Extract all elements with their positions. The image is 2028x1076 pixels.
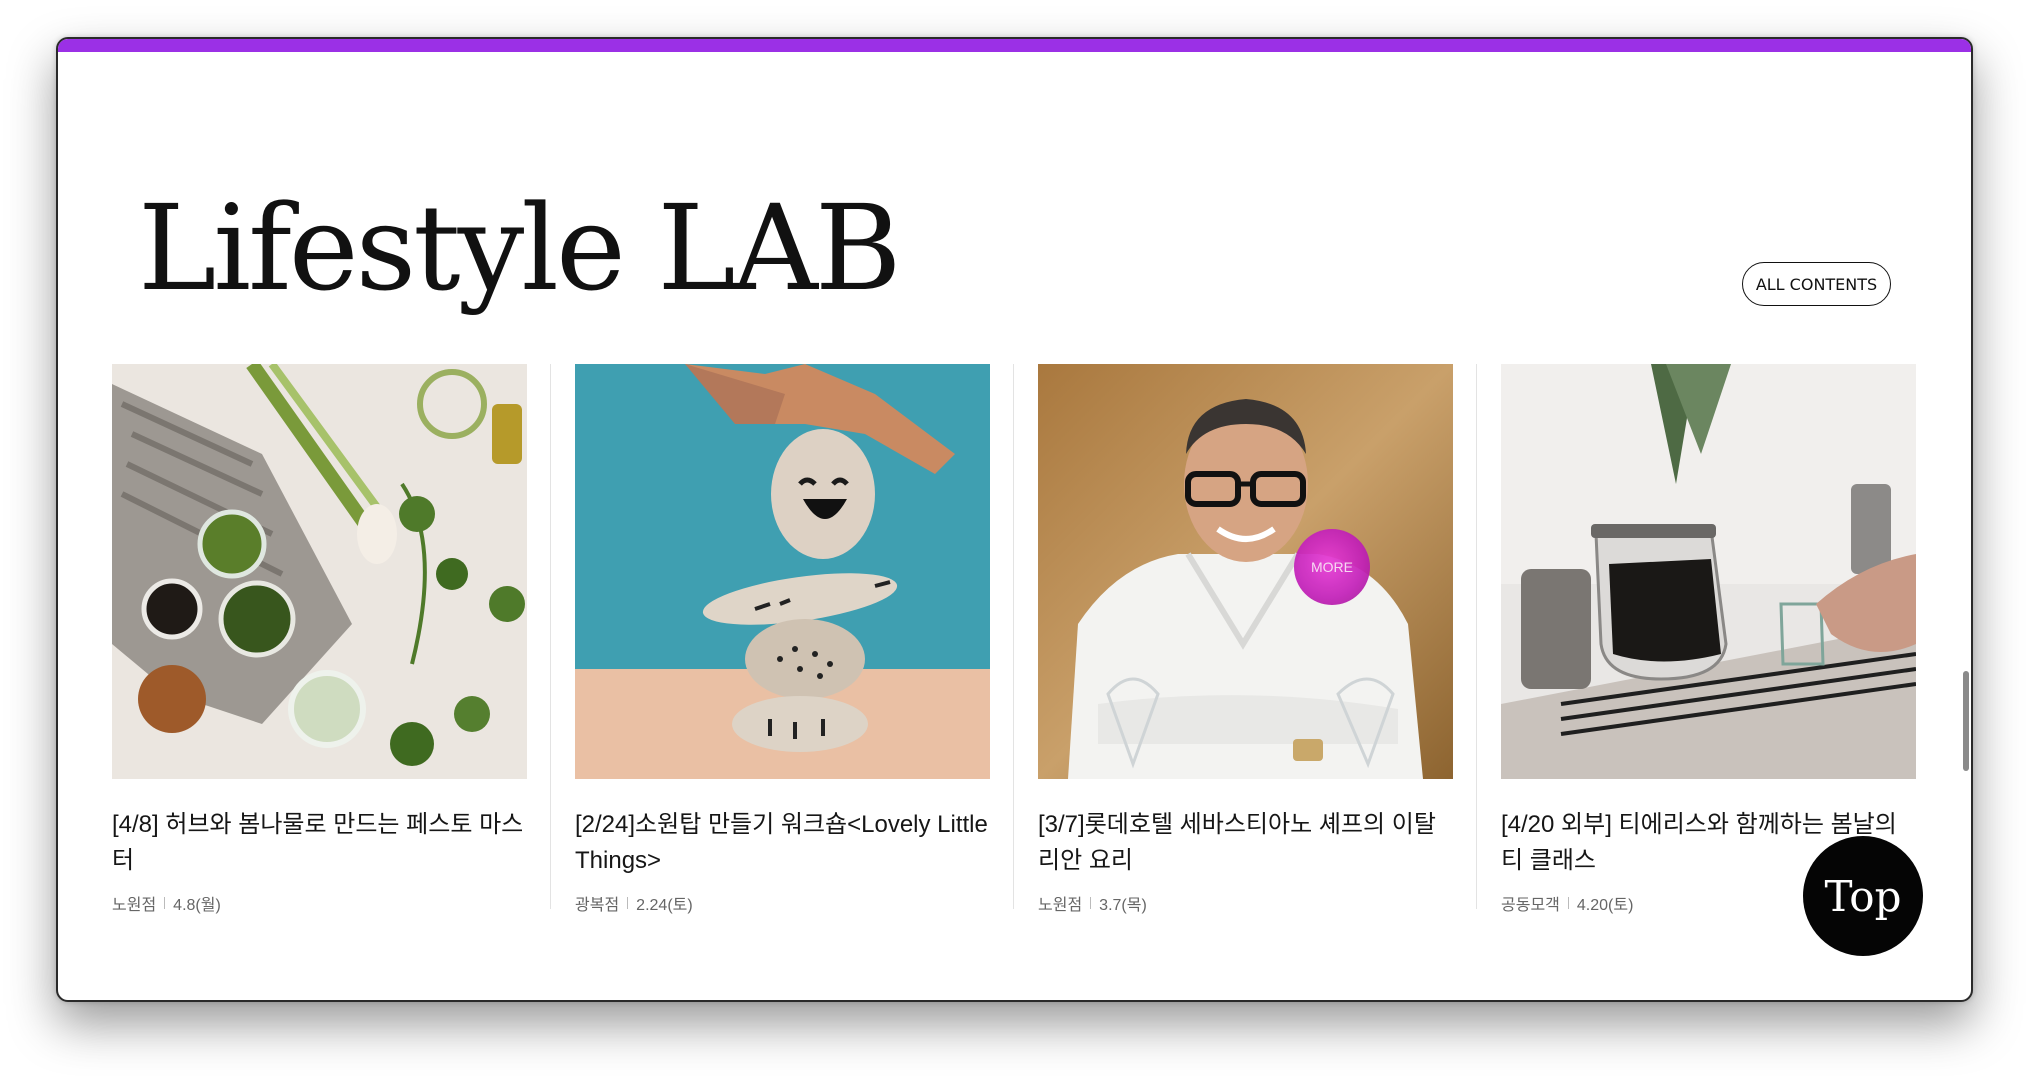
- card-branch: 노원점: [1038, 897, 1083, 914]
- card-date: 4.20(토): [1576, 897, 1634, 914]
- card-meta: 광복점 2.24(토): [575, 891, 990, 915]
- card-date: 3.7(목): [1099, 897, 1147, 914]
- card-branch: 공동모객: [1501, 897, 1560, 914]
- meta-separator: [164, 897, 166, 909]
- meta-separator: [627, 897, 629, 909]
- scroll-to-top-button[interactable]: Top: [1803, 836, 1923, 956]
- card-divider: [1476, 364, 1477, 909]
- herbs-pesto-image: [112, 364, 527, 779]
- section-title: Lifestyle LAB: [138, 179, 902, 317]
- card-list: [4/8] 허브와 봄나물로 만드는 페스토 마스터 노원점 4.8(월) [2…: [58, 364, 1971, 954]
- scrollbar-thumb[interactable]: [1963, 671, 1969, 771]
- tea-pot-image: [1501, 364, 1916, 779]
- card-branch: 광복점: [575, 897, 620, 914]
- card-herbs-pesto[interactable]: [4/8] 허브와 봄나물로 만드는 페스토 마스터 노원점 4.8(월): [112, 364, 527, 915]
- card-divider: [550, 364, 551, 909]
- card-tea-class[interactable]: [4/20 외부] 티에리스와 함께하는 봄날의 티 클래스 공동모객 4.20…: [1501, 364, 1916, 915]
- more-hover-cursor: MORE: [1294, 529, 1370, 605]
- card-divider: [1013, 364, 1014, 909]
- card-stone-tower[interactable]: [2/24]소원탑 만들기 워크숍<Lovely Little Things> …: [575, 364, 990, 915]
- card-title[interactable]: [4/8] 허브와 봄나물로 만드는 페스토 마스터: [112, 807, 527, 879]
- meta-separator: [1090, 897, 1092, 909]
- card-meta: 노원점 3.7(목): [1038, 891, 1453, 915]
- card-italian-chef[interactable]: [3/7]롯데호텔 세바스티아노 셰프의 이탈리안 요리 노원점 3.7(목): [1038, 364, 1453, 915]
- chef-portrait-image: [1038, 364, 1453, 779]
- stacked-stones-image: [575, 364, 990, 779]
- card-date: 2.24(토): [636, 897, 693, 914]
- card-image-tea-class[interactable]: [1501, 364, 1916, 779]
- card-meta: 노원점 4.8(월): [112, 891, 527, 915]
- accent-bar: [58, 39, 1971, 52]
- card-image-italian-chef[interactable]: [1038, 364, 1453, 779]
- card-image-herbs-pesto[interactable]: [112, 364, 527, 779]
- card-image-stone-tower[interactable]: [575, 364, 990, 779]
- card-title[interactable]: [2/24]소원탑 만들기 워크숍<Lovely Little Things>: [575, 807, 990, 879]
- browser-window: Lifestyle LAB ALL CONTENTS [4/8] 허브와 봄나물…: [56, 37, 1973, 1002]
- meta-separator: [1567, 897, 1569, 909]
- card-date: 4.8(월): [173, 897, 221, 914]
- card-branch: 노원점: [112, 897, 157, 914]
- all-contents-button[interactable]: ALL CONTENTS: [1742, 262, 1891, 306]
- card-title[interactable]: [3/7]롯데호텔 세바스티아노 셰프의 이탈리안 요리: [1038, 807, 1453, 879]
